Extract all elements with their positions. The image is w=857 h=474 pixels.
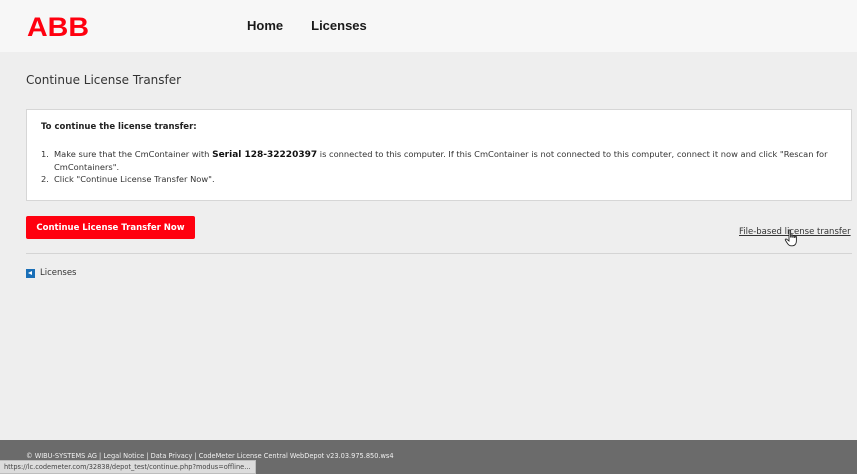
back-link-label: Licenses [40,268,77,278]
main-nav: Home Licenses [247,18,367,33]
step-number: 2. [41,174,49,184]
header: ABB Home Licenses [0,0,857,52]
step-1-prefix: Make sure that the CmContainer with [54,149,213,159]
step-2-text: Click "Continue License Transfer Now". [54,174,215,184]
arrow-left-icon [26,268,35,278]
instruction-step-1: 1. Make sure that the CmContainer with S… [41,148,841,173]
nav-licenses[interactable]: Licenses [311,18,367,33]
abb-logo-text: ABB [27,14,89,38]
page: ABB Home Licenses Continue License Trans… [0,0,857,474]
continue-transfer-button[interactable]: Continue License Transfer Now [26,216,195,239]
footer-text: © WIBU-SYSTEMS AG | Legal Notice | Data … [26,452,394,460]
divider [26,253,852,254]
serial-number: Serial 128-32220397 [212,150,318,160]
step-number: 1. [41,149,49,159]
instruction-box: To continue the license transfer: 1. Mak… [26,109,852,201]
instruction-heading: To continue the license transfer: [41,122,197,132]
nav-home[interactable]: Home [247,18,283,33]
abb-logo[interactable]: ABB [27,14,89,38]
back-to-licenses-link[interactable]: Licenses [26,268,76,278]
instruction-step-2: 2. Click "Continue License Transfer Now"… [41,173,841,185]
hand-pointer-icon [784,229,797,247]
status-bar-url: https://lc.codemeter.com/32838/depot_tes… [0,460,256,474]
instruction-list: 1. Make sure that the CmContainer with S… [41,148,841,185]
page-title: Continue License Transfer [26,73,182,87]
